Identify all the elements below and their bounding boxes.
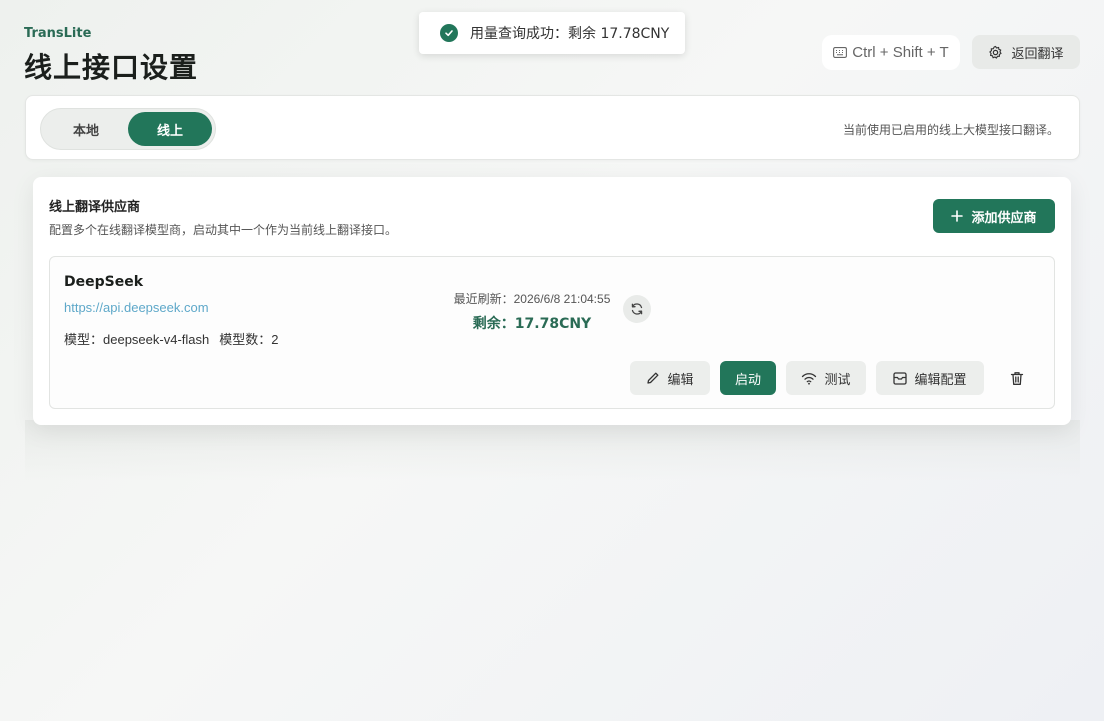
edit-config-label: 编辑配置 — [914, 372, 967, 388]
success-toast: 用量查询成功：剩余 17.78CNY — [419, 12, 685, 54]
trash-icon — [1010, 371, 1024, 386]
provider-panel: 线上翻译供应商 配置多个在线翻译模型商，启动其中一个作为当前线上翻译接口。 添加… — [33, 177, 1071, 425]
gear-icon — [988, 45, 1003, 60]
check-circle-icon — [440, 24, 458, 42]
mode-description: 当前使用已启用的线上大模型接口翻译。 — [842, 123, 1059, 137]
app-name: TransLite — [24, 26, 92, 41]
pencil-icon — [646, 371, 660, 385]
provider-model: 模型：deepseek-v4-flash — [64, 332, 210, 347]
mode-card: 本地 线上 当前使用已启用的线上大模型接口翻译。 — [25, 95, 1080, 160]
add-provider-button[interactable]: 添加供应商 — [933, 199, 1055, 233]
start-provider-button[interactable]: 启动 — [720, 361, 776, 395]
toast-message: 用量查询成功：剩余 17.78CNY — [470, 26, 670, 42]
keyboard-icon — [833, 47, 848, 58]
provider-url[interactable]: https://api.deepseek.com — [64, 300, 209, 315]
test-label: 测试 — [824, 372, 851, 388]
refresh-icon — [630, 302, 644, 316]
archive-icon — [893, 371, 908, 385]
panel-shadow — [25, 420, 1080, 480]
provider-model-count: 模型数：2 — [219, 332, 279, 347]
panel-title: 线上翻译供应商 — [49, 200, 141, 215]
delete-provider-button[interactable] — [1000, 361, 1034, 395]
mode-toggle: 本地 线上 — [40, 108, 216, 150]
balance-remaining: 剩余：17.78CNY — [472, 316, 592, 332]
shortcut-label: Ctrl + Shift + T — [852, 44, 949, 61]
mode-local-option[interactable]: 本地 — [44, 112, 128, 146]
back-to-translate-button[interactable]: 返回翻译 — [972, 35, 1080, 69]
edit-config-button[interactable]: 编辑配置 — [876, 361, 984, 395]
edit-provider-button[interactable]: 编辑 — [630, 361, 710, 395]
provider-model-info: 模型：deepseek-v4-flash 模型数：2 — [64, 329, 288, 348]
add-provider-label: 添加供应商 — [971, 210, 1037, 226]
page-title: 线上接口设置 — [24, 51, 199, 84]
usage-info: 最近刷新：2026/6/8 21:04:55 剩余：17.78CNY — [446, 290, 618, 333]
mode-online-option[interactable]: 线上 — [128, 112, 212, 146]
shortcut-hint: Ctrl + Shift + T — [822, 35, 960, 70]
edit-label: 编辑 — [667, 372, 694, 388]
provider-card-deepseek: DeepSeek https://api.deepseek.com 模型：dee… — [49, 256, 1055, 409]
provider-name: DeepSeek — [64, 274, 144, 290]
wifi-icon — [801, 372, 817, 385]
plus-icon — [951, 210, 964, 222]
test-provider-button[interactable]: 测试 — [786, 361, 866, 395]
refresh-balance-button[interactable] — [623, 295, 651, 323]
back-label: 返回翻译 — [1011, 46, 1064, 62]
panel-subtitle: 配置多个在线翻译模型商，启动其中一个作为当前线上翻译接口。 — [49, 223, 398, 237]
last-refresh-time: 最近刷新：2026/6/8 21:04:55 — [453, 292, 611, 306]
